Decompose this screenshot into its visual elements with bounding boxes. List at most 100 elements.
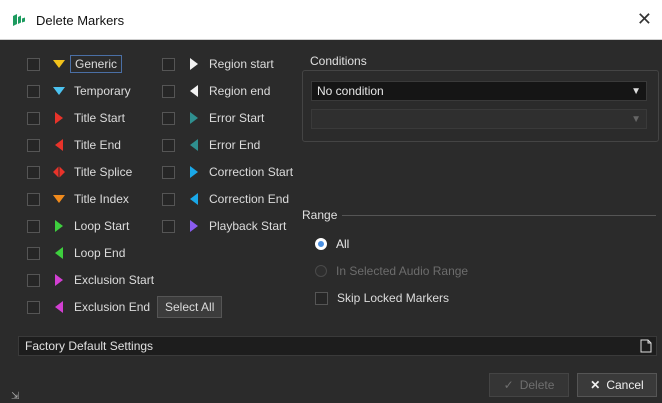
temporary-marker-icon <box>52 84 66 98</box>
skip-locked-checkbox[interactable]: Skip Locked Markers <box>315 288 449 308</box>
error-start-icon <box>187 111 201 125</box>
playback-start-icon <box>187 219 201 233</box>
marker-checkbox-item[interactable]: Correction Start <box>162 162 293 182</box>
marker-checkbox-item[interactable]: Title Index <box>27 189 129 209</box>
check-icon: ✓ <box>503 378 514 392</box>
dropdown-arrow-icon: ▼ <box>631 114 641 125</box>
conditions-title: Conditions <box>306 54 371 68</box>
marker-checkbox-item[interactable]: Error Start <box>162 108 264 128</box>
preset-document-icon[interactable] <box>640 339 652 353</box>
delete-button-label: Delete <box>519 378 555 392</box>
range-divider <box>342 215 656 216</box>
resize-grip-icon[interactable]: ⇲ <box>11 391 19 402</box>
title-index-icon <box>52 192 66 206</box>
checkbox-box <box>27 246 40 260</box>
close-button[interactable]: ✕ <box>637 9 652 30</box>
range-selected-audio-radio: In Selected Audio Range <box>315 264 468 278</box>
marker-checkbox-item[interactable]: Generic <box>27 54 123 74</box>
marker-label: Error End <box>209 138 261 152</box>
marker-label: Exclusion Start <box>74 273 155 287</box>
checkbox-box <box>27 219 40 233</box>
generic-marker-icon <box>52 57 66 71</box>
preset-bar[interactable]: Factory Default Settings <box>18 336 657 356</box>
marker-checkbox-item[interactable]: Playback Start <box>162 216 286 236</box>
checkbox-box <box>162 84 175 98</box>
marker-label: Correction End <box>209 192 290 206</box>
checkbox-box <box>27 84 40 98</box>
exclusion-end-icon <box>52 300 66 314</box>
select-all-button[interactable]: Select All <box>157 296 223 318</box>
x-icon: ✕ <box>590 378 601 392</box>
preset-label: Factory Default Settings <box>25 339 154 353</box>
correction-start-icon <box>187 165 201 179</box>
secondary-condition-select[interactable]: ▼ <box>311 109 647 129</box>
window-title: Delete Markers <box>36 13 125 28</box>
checkbox-box <box>162 165 175 179</box>
checkbox-box <box>27 57 40 71</box>
marker-label: Title Start <box>74 111 125 125</box>
range-all-label: All <box>336 237 350 251</box>
error-end-icon <box>187 138 201 152</box>
checkbox-box <box>162 57 175 71</box>
range-selected-audio-label: In Selected Audio Range <box>336 264 469 278</box>
range-all-radio[interactable]: All <box>315 237 349 251</box>
marker-checkbox-item[interactable]: Exclusion End <box>27 297 150 317</box>
delete-button[interactable]: ✓ Delete <box>489 373 569 397</box>
checkbox-box <box>162 111 175 125</box>
marker-label: Correction Start <box>209 165 294 179</box>
radio-selected-icon <box>315 238 327 250</box>
condition-select[interactable]: No condition ▼ <box>311 81 647 101</box>
checkbox-box <box>27 111 40 125</box>
checkbox-box <box>162 219 175 233</box>
title-bar: Delete Markers ✕ <box>0 0 662 40</box>
marker-label: Temporary <box>74 84 131 98</box>
dialog-body: Generic Temporary Title Start Title End Titl… <box>0 40 662 403</box>
app-logo-icon <box>13 14 25 26</box>
range-title: Range <box>298 208 342 222</box>
radio-unselected-icon <box>315 265 327 277</box>
checkbox-box <box>27 300 40 314</box>
checkbox-box <box>315 291 328 305</box>
region-end-icon <box>187 84 201 98</box>
title-end-icon <box>52 138 66 152</box>
condition-select-value: No condition <box>317 84 384 98</box>
cancel-button[interactable]: ✕ Cancel <box>577 373 657 397</box>
marker-label: Loop End <box>74 246 126 260</box>
checkbox-box <box>27 138 40 152</box>
marker-checkbox-item[interactable]: Region start <box>162 54 274 74</box>
loop-end-icon <box>52 246 66 260</box>
marker-checkbox-item[interactable]: Title End <box>27 135 121 155</box>
marker-checkbox-item[interactable]: Temporary <box>27 81 131 101</box>
marker-checkbox-item[interactable]: Region end <box>162 81 270 101</box>
marker-checkbox-item[interactable]: Correction End <box>162 189 289 209</box>
cancel-button-label: Cancel <box>606 378 644 392</box>
marker-checkbox-item[interactable]: Title Start <box>27 108 125 128</box>
marker-checkbox-item[interactable]: Loop Start <box>27 216 129 236</box>
marker-checkbox-item[interactable]: Loop End <box>27 243 125 263</box>
title-start-icon <box>52 111 66 125</box>
checkbox-box <box>162 192 175 206</box>
correction-end-icon <box>187 192 201 206</box>
loop-start-icon <box>52 219 66 233</box>
region-start-icon <box>187 57 201 71</box>
marker-label: Region start <box>209 57 274 71</box>
marker-label: Title Index <box>74 192 129 206</box>
skip-locked-label: Skip Locked Markers <box>337 291 450 305</box>
exclusion-start-icon <box>52 273 66 287</box>
marker-label: Loop Start <box>74 219 130 233</box>
checkbox-box <box>27 165 40 179</box>
marker-label: Exclusion End <box>74 300 151 314</box>
checkbox-box <box>162 138 175 152</box>
checkbox-box <box>27 273 40 287</box>
marker-label: Generic <box>70 55 123 73</box>
marker-label: Error Start <box>209 111 265 125</box>
marker-label: Title End <box>74 138 121 152</box>
marker-label: Playback Start <box>209 219 287 233</box>
marker-label: Title Splice <box>74 165 133 179</box>
checkbox-box <box>27 192 40 206</box>
dropdown-arrow-icon: ▼ <box>631 86 641 97</box>
title-splice-icon <box>52 165 66 179</box>
marker-checkbox-item[interactable]: Error End <box>162 135 260 155</box>
marker-checkbox-item[interactable]: Exclusion Start <box>27 270 154 290</box>
marker-checkbox-item[interactable]: Title Splice <box>27 162 132 182</box>
